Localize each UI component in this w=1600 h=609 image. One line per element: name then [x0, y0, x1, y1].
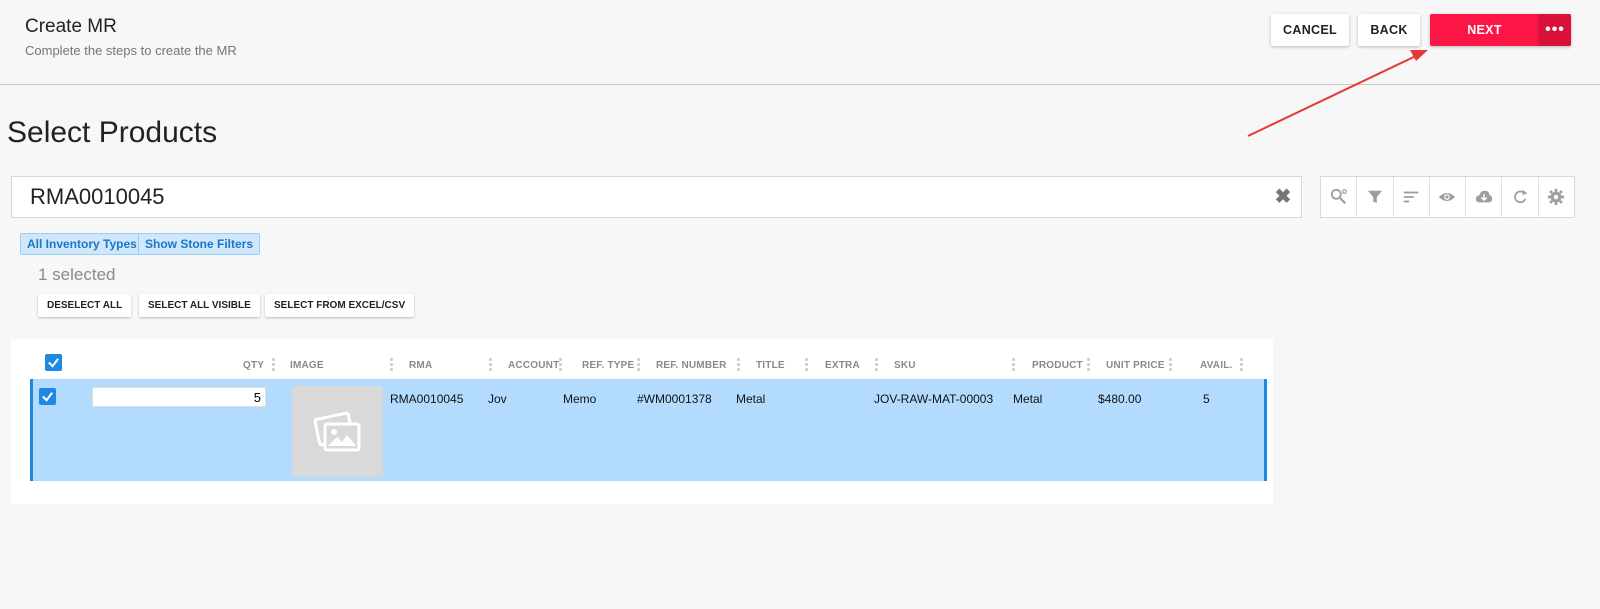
gear-icon[interactable]	[1539, 177, 1574, 217]
row-checkbox[interactable]	[39, 388, 56, 405]
column-header-unit-price[interactable]: UNIT PRICE	[1106, 360, 1165, 371]
deselect-all-button[interactable]: DESELECT ALL	[38, 294, 132, 317]
stone-filters-toggle[interactable]: Show Stone Filters	[138, 233, 261, 255]
cell-sku: JOV-RAW-MAT-00003	[874, 392, 994, 406]
cell-title: Metal	[736, 392, 766, 406]
column-header-avail[interactable]: AVAIL.	[1200, 360, 1233, 371]
cell-unit-price: $480.00	[1098, 392, 1142, 406]
cloud-download-icon[interactable]	[1466, 177, 1503, 217]
cell-product: Metal	[1013, 392, 1043, 406]
sort-icon[interactable]	[1394, 177, 1430, 217]
cell-rma: RMA0010045	[390, 392, 464, 406]
search-input[interactable]	[30, 177, 1260, 217]
column-header-ref-type[interactable]: REF. TYPE	[582, 360, 634, 371]
checkmark-icon	[42, 392, 53, 402]
column-header-product[interactable]: PRODUCT	[1032, 360, 1083, 371]
column-resize-handle[interactable]	[272, 358, 275, 372]
back-button[interactable]: BACK	[1358, 14, 1420, 46]
column-header-qty[interactable]: QTY	[243, 360, 264, 371]
column-header-extra[interactable]: EXTRA	[825, 360, 860, 371]
search-box: ✖	[11, 176, 1302, 218]
column-resize-handle[interactable]	[805, 358, 808, 372]
grid-toolbar	[1320, 176, 1575, 218]
image-placeholder-icon	[313, 411, 360, 451]
cell-avail: 5	[1203, 392, 1210, 406]
column-resize-handle[interactable]	[559, 358, 562, 372]
select-all-checkbox[interactable]	[45, 354, 62, 371]
more-options-button[interactable]: •••	[1539, 14, 1571, 46]
column-resize-handle[interactable]	[1240, 358, 1243, 372]
inventory-types-filter[interactable]: All Inventory Types	[20, 233, 144, 255]
selected-count: 1 selected	[38, 265, 116, 284]
column-resize-handle[interactable]	[390, 358, 393, 372]
select-all-visible-button[interactable]: SELECT ALL VISIBLE	[139, 294, 260, 317]
filter-icon[interactable]	[1357, 177, 1394, 217]
next-button[interactable]: NEXT	[1430, 14, 1539, 46]
cell-account: Jov	[488, 392, 507, 406]
column-header-title[interactable]: TITLE	[756, 360, 785, 371]
column-header-sku[interactable]: SKU	[894, 360, 916, 371]
column-header-ref-number[interactable]: REF. NUMBER	[656, 360, 727, 371]
column-resize-handle[interactable]	[1012, 358, 1015, 372]
cell-ref-type: Memo	[563, 392, 597, 406]
eye-icon[interactable]	[1430, 177, 1467, 217]
qty-input[interactable]	[92, 387, 266, 407]
cell-ref-number: #WM0001378	[637, 392, 712, 406]
select-from-excel-button[interactable]: SELECT FROM EXCEL/CSV	[265, 294, 415, 317]
checkmark-icon	[48, 358, 59, 368]
page-header-subtitle: Complete the steps to create the MR	[25, 43, 237, 58]
column-resize-handle[interactable]	[875, 358, 878, 372]
page-title: Select Products	[7, 116, 218, 149]
column-resize-handle[interactable]	[1087, 358, 1090, 372]
table-header: QTY IMAGE RMA ACCOUNT REF. TYPE REF. NUM…	[30, 339, 1267, 377]
column-header-account[interactable]: ACCOUNT	[508, 360, 559, 371]
column-resize-handle[interactable]	[737, 358, 740, 372]
page-header: Create MR Complete the steps to create t…	[0, 0, 1600, 85]
column-header-image[interactable]: IMAGE	[290, 360, 324, 371]
column-resize-handle[interactable]	[1169, 358, 1172, 372]
column-resize-handle[interactable]	[489, 358, 492, 372]
refresh-icon[interactable]	[1502, 177, 1539, 217]
clear-search-icon[interactable]: ✖	[1273, 187, 1293, 207]
products-table: QTY IMAGE RMA ACCOUNT REF. TYPE REF. NUM…	[11, 339, 1273, 504]
advanced-search-icon[interactable]	[1321, 177, 1358, 217]
table-row[interactable]: RMA0010045 Jov Memo #WM0001378 Metal JOV…	[30, 379, 1267, 481]
product-image-placeholder	[292, 386, 383, 477]
cancel-button[interactable]: CANCEL	[1271, 14, 1349, 46]
column-header-rma[interactable]: RMA	[409, 360, 432, 371]
page-header-title: Create MR	[25, 16, 117, 37]
column-resize-handle[interactable]	[637, 358, 640, 372]
